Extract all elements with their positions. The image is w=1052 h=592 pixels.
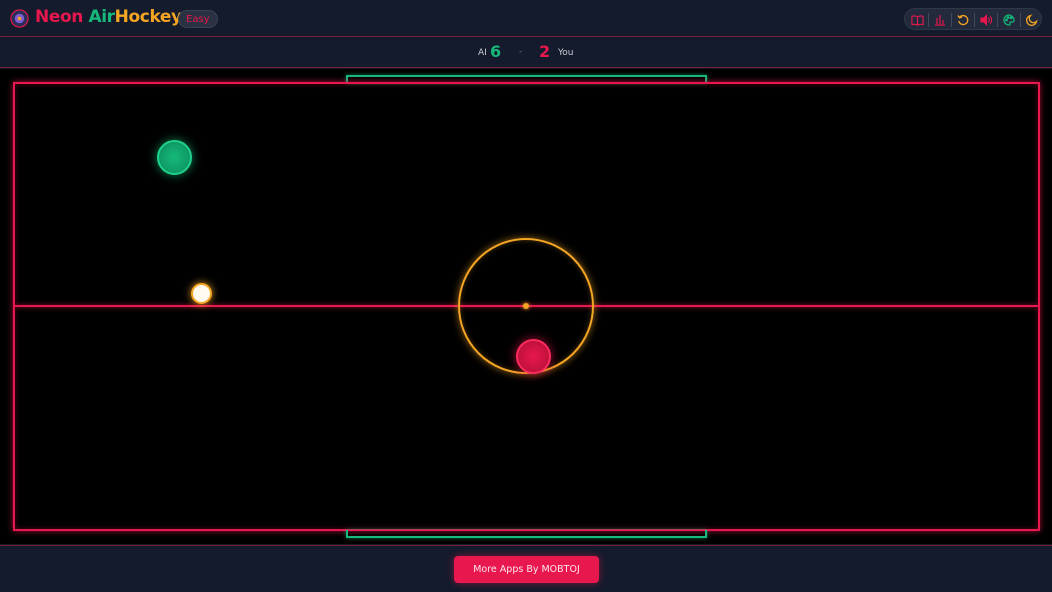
theme-palette-button[interactable] bbox=[1000, 11, 1018, 29]
puck bbox=[191, 283, 212, 304]
sound-button[interactable] bbox=[977, 11, 995, 29]
bar-chart-icon bbox=[935, 15, 945, 26]
toolbar-divider bbox=[997, 13, 998, 27]
center-dot bbox=[523, 303, 529, 309]
restart-icon bbox=[957, 14, 969, 26]
palette-icon bbox=[1003, 14, 1015, 26]
restart-button[interactable] bbox=[954, 11, 972, 29]
book-icon bbox=[910, 15, 924, 26]
more-apps-button[interactable]: More Apps By MOBTOJ bbox=[454, 556, 599, 583]
dark-mode-button[interactable] bbox=[1023, 11, 1041, 29]
ai-score: 6 bbox=[490, 42, 502, 61]
toolbar-divider bbox=[974, 13, 975, 27]
logo-icon bbox=[10, 9, 29, 28]
scoreboard: AI 6 - 2 You bbox=[0, 38, 1052, 68]
app-footer: More Apps By MOBTOJ bbox=[0, 545, 1052, 592]
player-score-label: You bbox=[558, 48, 574, 58]
game-arena[interactable] bbox=[0, 69, 1052, 544]
title-word-air: Air bbox=[88, 7, 115, 27]
app-header: Neon AirHockey Easy bbox=[0, 0, 1052, 37]
score-separator: - bbox=[519, 47, 523, 57]
title-word-neon: Neon bbox=[35, 7, 83, 27]
app-title: Neon AirHockey bbox=[35, 7, 182, 27]
speaker-icon bbox=[979, 14, 992, 26]
player-score: 2 bbox=[539, 42, 551, 61]
toolbar-divider bbox=[928, 13, 929, 27]
toolbar-divider bbox=[951, 13, 952, 27]
ai-paddle bbox=[157, 140, 192, 175]
rules-button[interactable] bbox=[908, 11, 926, 29]
player-paddle[interactable] bbox=[516, 339, 551, 374]
title-word-hockey: Hockey bbox=[114, 7, 182, 27]
toolbar bbox=[904, 8, 1042, 30]
ai-score-label: AI bbox=[478, 48, 487, 58]
player-goal bbox=[346, 530, 707, 538]
stats-button[interactable] bbox=[931, 11, 949, 29]
difficulty-badge[interactable]: Easy bbox=[178, 10, 218, 28]
moon-icon bbox=[1026, 14, 1038, 26]
toolbar-divider bbox=[1020, 13, 1021, 27]
